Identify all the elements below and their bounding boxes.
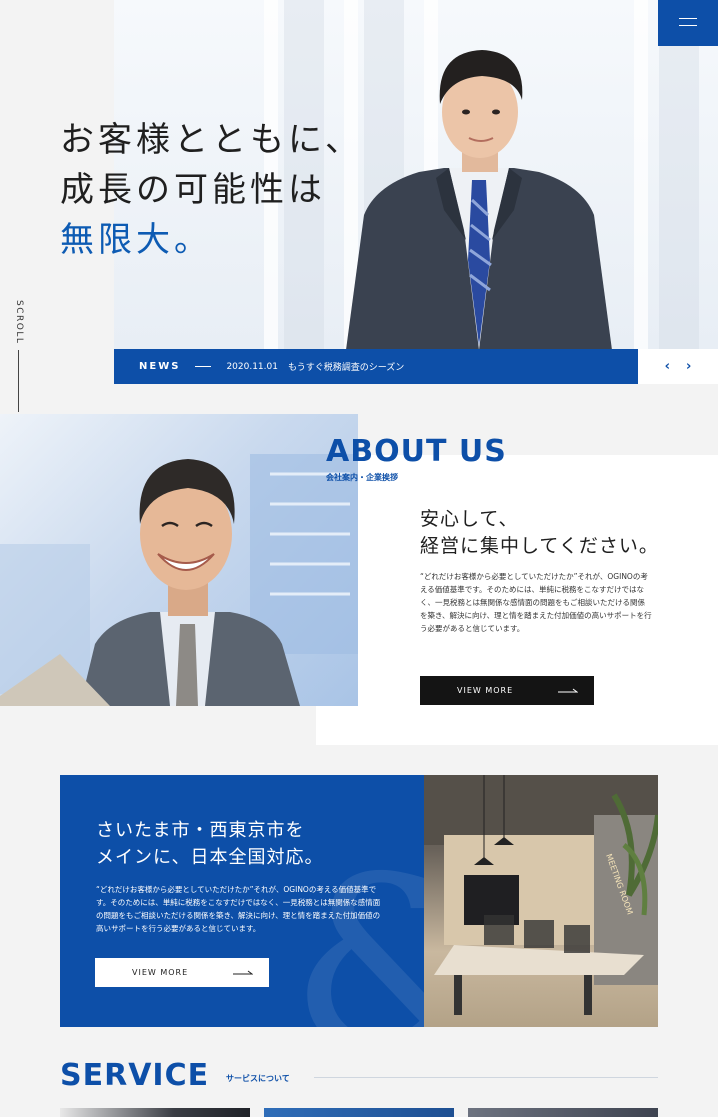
service-card-3[interactable] xyxy=(468,1108,658,1117)
arrow-right-icon xyxy=(558,688,578,692)
about-smiling-man-photo xyxy=(0,414,358,706)
about-figure xyxy=(0,454,358,706)
about-heading: 安心して、 経営に集中してください。 xyxy=(420,506,659,560)
meeting-room-photo: MEETING ROOM xyxy=(424,775,658,1027)
hero-line-1: お客様とともに、 xyxy=(60,120,363,160)
arrow-right-icon xyxy=(233,970,253,974)
about-body-text: “どれだけお客様から必要としていただけたか”それが、OGINOの考える価値基準で… xyxy=(420,572,652,633)
about-subtitle: 会社案内・企業挨拶 xyxy=(326,473,398,482)
ampersand-watermark: & xyxy=(290,845,424,1027)
scroll-line xyxy=(18,350,19,412)
area-heading-line-2: メインに、日本全国対応。 xyxy=(96,847,324,868)
menu-button[interactable] xyxy=(658,0,718,46)
meeting-room-scene: MEETING ROOM xyxy=(424,775,658,1015)
news-dash xyxy=(195,366,212,367)
news-headline-link[interactable]: もうすぐ税務調査のシーズン xyxy=(288,360,404,373)
news-tag: NEWS xyxy=(139,361,181,372)
news-navigation: ‹ › xyxy=(638,349,718,384)
about-heading-line-2: 経営に集中してください。 xyxy=(420,535,659,557)
service-subtitle: サービスについて xyxy=(226,1074,290,1083)
hero-line-3: 無限大。 xyxy=(60,220,212,260)
scroll-label: SCROLL xyxy=(14,300,24,345)
area-body-text: “どれだけお客様から必要としていただけたか”それが、OGINOの考える価値基準で… xyxy=(96,885,381,933)
area-view-more-button[interactable]: VIEW MORE xyxy=(95,958,269,987)
area-section: & さいたま市・西東京市を メインに、日本全国対応。 “どれだけお客様から必要と… xyxy=(60,775,424,1027)
news-bar[interactable]: NEWS 2020.11.01 もうすぐ税務調査のシーズン xyxy=(114,349,638,384)
service-title: SERVICE xyxy=(60,1058,210,1093)
hero-section: お客様とともに、 成長の可能性は 無限大。 SCROLL NEWS 2020.1… xyxy=(0,0,718,412)
about-view-more-button[interactable]: VIEW MORE xyxy=(420,676,594,705)
service-card-1[interactable] xyxy=(60,1108,250,1117)
hero-line-2: 成長の可能性は xyxy=(60,170,326,210)
about-title: ABOUT US xyxy=(326,434,507,469)
service-divider xyxy=(314,1077,658,1078)
about-view-more-label: VIEW MORE xyxy=(457,686,514,695)
service-card-2[interactable] xyxy=(264,1108,454,1117)
area-view-more-label: VIEW MORE xyxy=(132,968,189,977)
chevron-left-icon[interactable]: ‹ xyxy=(665,359,670,374)
hero-catchcopy: お客様とともに、 成長の可能性は 無限大。 xyxy=(60,115,363,265)
area-heading: さいたま市・西東京市を メインに、日本全国対応。 xyxy=(96,817,323,871)
chevron-right-icon[interactable]: › xyxy=(686,359,691,374)
about-heading-line-1: 安心して、 xyxy=(420,508,519,530)
news-date: 2020.11.01 xyxy=(226,361,278,372)
area-heading-line-1: さいたま市・西東京市を xyxy=(96,820,305,841)
scroll-indicator[interactable]: SCROLL xyxy=(10,300,30,412)
